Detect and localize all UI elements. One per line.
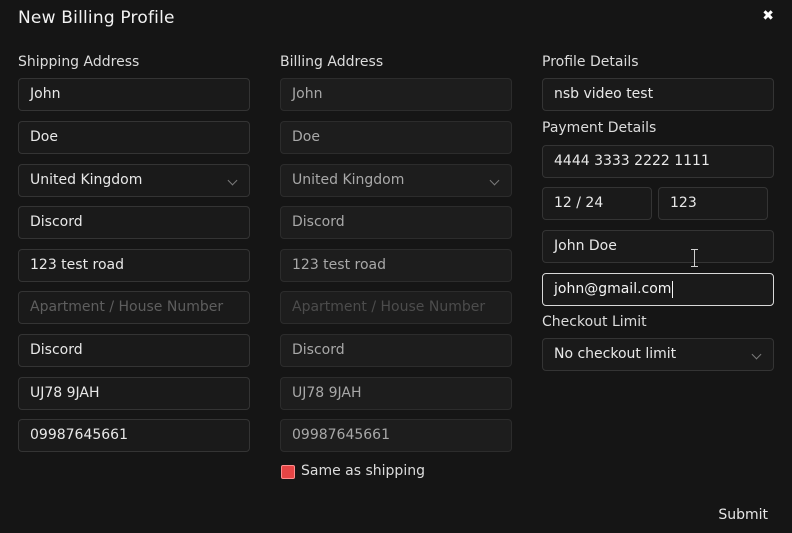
payment-heading: Payment Details xyxy=(542,120,657,136)
billing-heading: Billing Address xyxy=(280,54,384,70)
chevron-down-icon xyxy=(489,175,500,186)
chevron-down-icon xyxy=(751,349,762,360)
billing-profile-modal: New Billing Profile ✖ Shipping Address J… xyxy=(0,0,792,533)
shipping-country-value: United Kingdom xyxy=(30,172,143,188)
shipping-heading: Shipping Address xyxy=(18,54,140,70)
billing-phone-field[interactable]: 09987645661 xyxy=(280,419,512,452)
checkout-limit-select[interactable]: No checkout limit xyxy=(542,338,774,371)
billing-country-value: United Kingdom xyxy=(292,172,405,188)
checkout-limit-value: No checkout limit xyxy=(554,346,677,362)
modal-title: New Billing Profile xyxy=(18,8,175,28)
shipping-city-field[interactable]: Discord xyxy=(18,334,250,367)
shipping-street-field[interactable]: 123 test road xyxy=(18,249,250,282)
billing-apartment-field[interactable]: Apartment / House Number xyxy=(280,291,512,324)
billing-last-name-field[interactable]: Doe xyxy=(280,121,512,154)
cardholder-name-field[interactable]: John Doe xyxy=(542,230,774,263)
same-as-shipping-checkbox[interactable] xyxy=(281,465,295,479)
billing-address-field[interactable]: Discord xyxy=(280,206,512,239)
billing-street-field[interactable]: 123 test road xyxy=(280,249,512,282)
profile-heading: Profile Details xyxy=(542,54,639,70)
shipping-first-name-field[interactable]: John xyxy=(18,78,250,111)
shipping-apartment-field[interactable]: Apartment / House Number xyxy=(18,291,250,324)
checkout-limit-heading: Checkout Limit xyxy=(542,314,647,330)
shipping-phone-field[interactable]: 09987645661 xyxy=(18,419,250,452)
text-caret xyxy=(672,280,674,298)
shipping-country-select[interactable]: United Kingdom xyxy=(18,164,250,197)
same-as-shipping-label[interactable]: Same as shipping xyxy=(301,463,425,479)
email-value: john@gmail.com xyxy=(554,281,672,297)
billing-first-name-field[interactable]: John xyxy=(280,78,512,111)
profile-name-field[interactable]: nsb video test xyxy=(542,78,774,111)
text-cursor-icon xyxy=(691,249,698,267)
card-cvv-field[interactable]: 123 xyxy=(658,187,768,220)
close-icon[interactable]: ✖ xyxy=(762,8,774,24)
email-field[interactable]: john@gmail.com xyxy=(542,273,774,306)
shipping-postcode-field[interactable]: UJ78 9JAH xyxy=(18,377,250,410)
billing-city-field[interactable]: Discord xyxy=(280,334,512,367)
card-number-field[interactable]: 4444 3333 2222 1111 xyxy=(542,145,774,178)
billing-country-select[interactable]: United Kingdom xyxy=(280,164,512,197)
submit-button[interactable]: Submit xyxy=(718,507,768,523)
shipping-address-field[interactable]: Discord xyxy=(18,206,250,239)
shipping-last-name-field[interactable]: Doe xyxy=(18,121,250,154)
card-expiry-field[interactable]: 12 / 24 xyxy=(542,187,652,220)
billing-postcode-field[interactable]: UJ78 9JAH xyxy=(280,377,512,410)
chevron-down-icon xyxy=(227,175,238,186)
